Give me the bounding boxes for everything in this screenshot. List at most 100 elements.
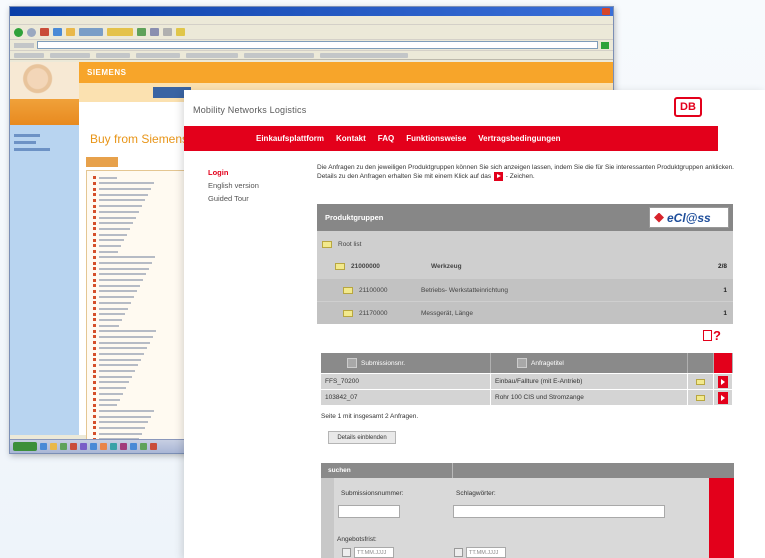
links-item[interactable]	[50, 52, 90, 58]
taskbar-icon[interactable]	[130, 443, 137, 450]
address-input[interactable]	[37, 41, 598, 49]
nav-faq[interactable]: FAQ	[378, 134, 394, 143]
taskbar-icon[interactable]	[100, 443, 107, 450]
bg-list-item[interactable]	[93, 198, 195, 203]
bg-list-item[interactable]	[93, 300, 195, 305]
help-icon[interactable]: ?	[713, 329, 721, 342]
col-submission[interactable]: Submissionsnr.	[321, 353, 491, 373]
links-item[interactable]	[186, 52, 238, 58]
bg-list-item[interactable]	[93, 186, 195, 191]
details-arrow-icon[interactable]	[718, 391, 728, 404]
bg-list-item[interactable]	[93, 232, 195, 237]
home-icon[interactable]	[66, 28, 75, 36]
nav-funktionsweise[interactable]: Funktionsweise	[406, 134, 466, 143]
start-button[interactable]	[13, 442, 37, 451]
tree-node-21000000[interactable]: 21000000 Werkzeug 2/8	[317, 255, 733, 277]
details-arrow-icon[interactable]	[718, 375, 728, 388]
bg-list-item[interactable]	[93, 277, 195, 282]
bg-sidebar-link[interactable]	[14, 141, 36, 144]
calendar-icon[interactable]	[454, 548, 463, 557]
nav-kontakt[interactable]: Kontakt	[336, 134, 366, 143]
calendar-icon[interactable]	[342, 548, 351, 557]
stop-icon[interactable]	[40, 28, 49, 36]
bg-list-item[interactable]	[93, 175, 195, 180]
bg-list-item[interactable]	[93, 397, 195, 402]
bg-list-item[interactable]	[93, 215, 195, 220]
bg-list-item[interactable]	[93, 380, 195, 385]
bg-list-item[interactable]	[93, 363, 195, 368]
bg-list-item[interactable]	[93, 351, 195, 356]
bg-list-item[interactable]	[93, 425, 195, 430]
sort-icon[interactable]	[347, 358, 357, 368]
bg-list-item[interactable]	[93, 374, 195, 379]
taskbar-icon[interactable]	[110, 443, 117, 450]
bg-list-item[interactable]	[93, 181, 195, 186]
folder-icon[interactable]	[176, 28, 185, 36]
date-from-input[interactable]: TT.MM.JJJJ	[354, 547, 394, 558]
db-logo[interactable]: DB	[674, 97, 702, 117]
bg-list-item[interactable]	[93, 312, 195, 317]
bg-list-item[interactable]	[93, 329, 195, 334]
links-item[interactable]	[96, 52, 130, 58]
date-to-input[interactable]: TT.MM.JJJJ	[466, 547, 506, 558]
bg-list-item[interactable]	[93, 414, 195, 419]
favorites-icon[interactable]	[107, 28, 133, 36]
bg-list-item[interactable]	[93, 306, 195, 311]
go-icon[interactable]	[601, 41, 609, 49]
bg-list-item[interactable]	[93, 317, 195, 322]
bg-list-item[interactable]	[93, 340, 195, 345]
taskbar-icon[interactable]	[70, 443, 77, 450]
print-icon[interactable]	[163, 28, 172, 36]
bg-list-item[interactable]	[93, 403, 195, 408]
taskbar-icon[interactable]	[60, 443, 67, 450]
links-item[interactable]	[136, 52, 180, 58]
tree-root[interactable]: Root list	[317, 233, 733, 255]
bg-list-item[interactable]	[93, 266, 195, 271]
bg-list-item[interactable]	[93, 209, 195, 214]
links-item[interactable]	[320, 52, 408, 58]
bg-list-item[interactable]	[93, 357, 195, 362]
bg-list-item[interactable]	[93, 334, 195, 339]
bg-list-item[interactable]	[93, 203, 195, 208]
bg-list-item[interactable]	[93, 272, 195, 277]
bg-list-item[interactable]	[93, 420, 195, 425]
search-icon[interactable]	[79, 28, 103, 36]
bg-list-item[interactable]	[93, 346, 195, 351]
submission-input[interactable]	[338, 505, 400, 518]
bg-list-item[interactable]	[93, 391, 195, 396]
bg-list-item[interactable]	[93, 385, 195, 390]
tree-node-21170000[interactable]: 21170000 Messgerät, Länge 1	[317, 302, 733, 324]
details-button[interactable]: Details einblenden	[328, 431, 396, 444]
folder-icon[interactable]	[696, 378, 705, 385]
bg-list-item[interactable]	[93, 294, 195, 299]
bg-list-item[interactable]	[93, 408, 195, 413]
bg-close-icon[interactable]	[602, 8, 610, 15]
taskbar-icon[interactable]	[90, 443, 97, 450]
eclass-logo[interactable]: eCl@ss	[649, 207, 729, 228]
table-row[interactable]: 103842_07 Rohr 100 CIS und Stromzange	[321, 389, 733, 405]
bg-sidebar-link[interactable]	[14, 134, 40, 137]
guided-tour-link[interactable]: Guided Tour	[208, 194, 298, 203]
bg-list-item[interactable]	[93, 255, 195, 260]
bg-list-item[interactable]	[93, 238, 195, 243]
history-icon[interactable]	[137, 28, 146, 36]
table-row[interactable]: FFS_70200 Einbau/Fallture (mit E-Antrieb…	[321, 373, 733, 389]
bg-list-item[interactable]	[93, 249, 195, 254]
sort-icon[interactable]	[517, 358, 527, 368]
forward-icon[interactable]	[27, 27, 36, 37]
bg-list-item[interactable]	[93, 260, 195, 265]
english-version-link[interactable]: English version	[208, 181, 298, 190]
bg-list-item[interactable]	[93, 431, 195, 436]
taskbar-icon[interactable]	[150, 443, 157, 450]
login-link[interactable]: Login	[208, 168, 298, 177]
pdf-icon[interactable]	[703, 330, 712, 341]
nav-vertragsbedingungen[interactable]: Vertragsbedingungen	[478, 134, 560, 143]
links-item[interactable]	[244, 52, 314, 58]
bg-list-item[interactable]	[93, 368, 195, 373]
nav-einkaufsplattform[interactable]: Einkaufsplattform	[256, 134, 324, 143]
search-submit-bar[interactable]	[709, 478, 734, 558]
keyword-input[interactable]	[453, 505, 665, 518]
bg-list-item[interactable]	[93, 243, 195, 248]
taskbar-icon[interactable]	[50, 443, 57, 450]
bg-list-item[interactable]	[93, 323, 195, 328]
